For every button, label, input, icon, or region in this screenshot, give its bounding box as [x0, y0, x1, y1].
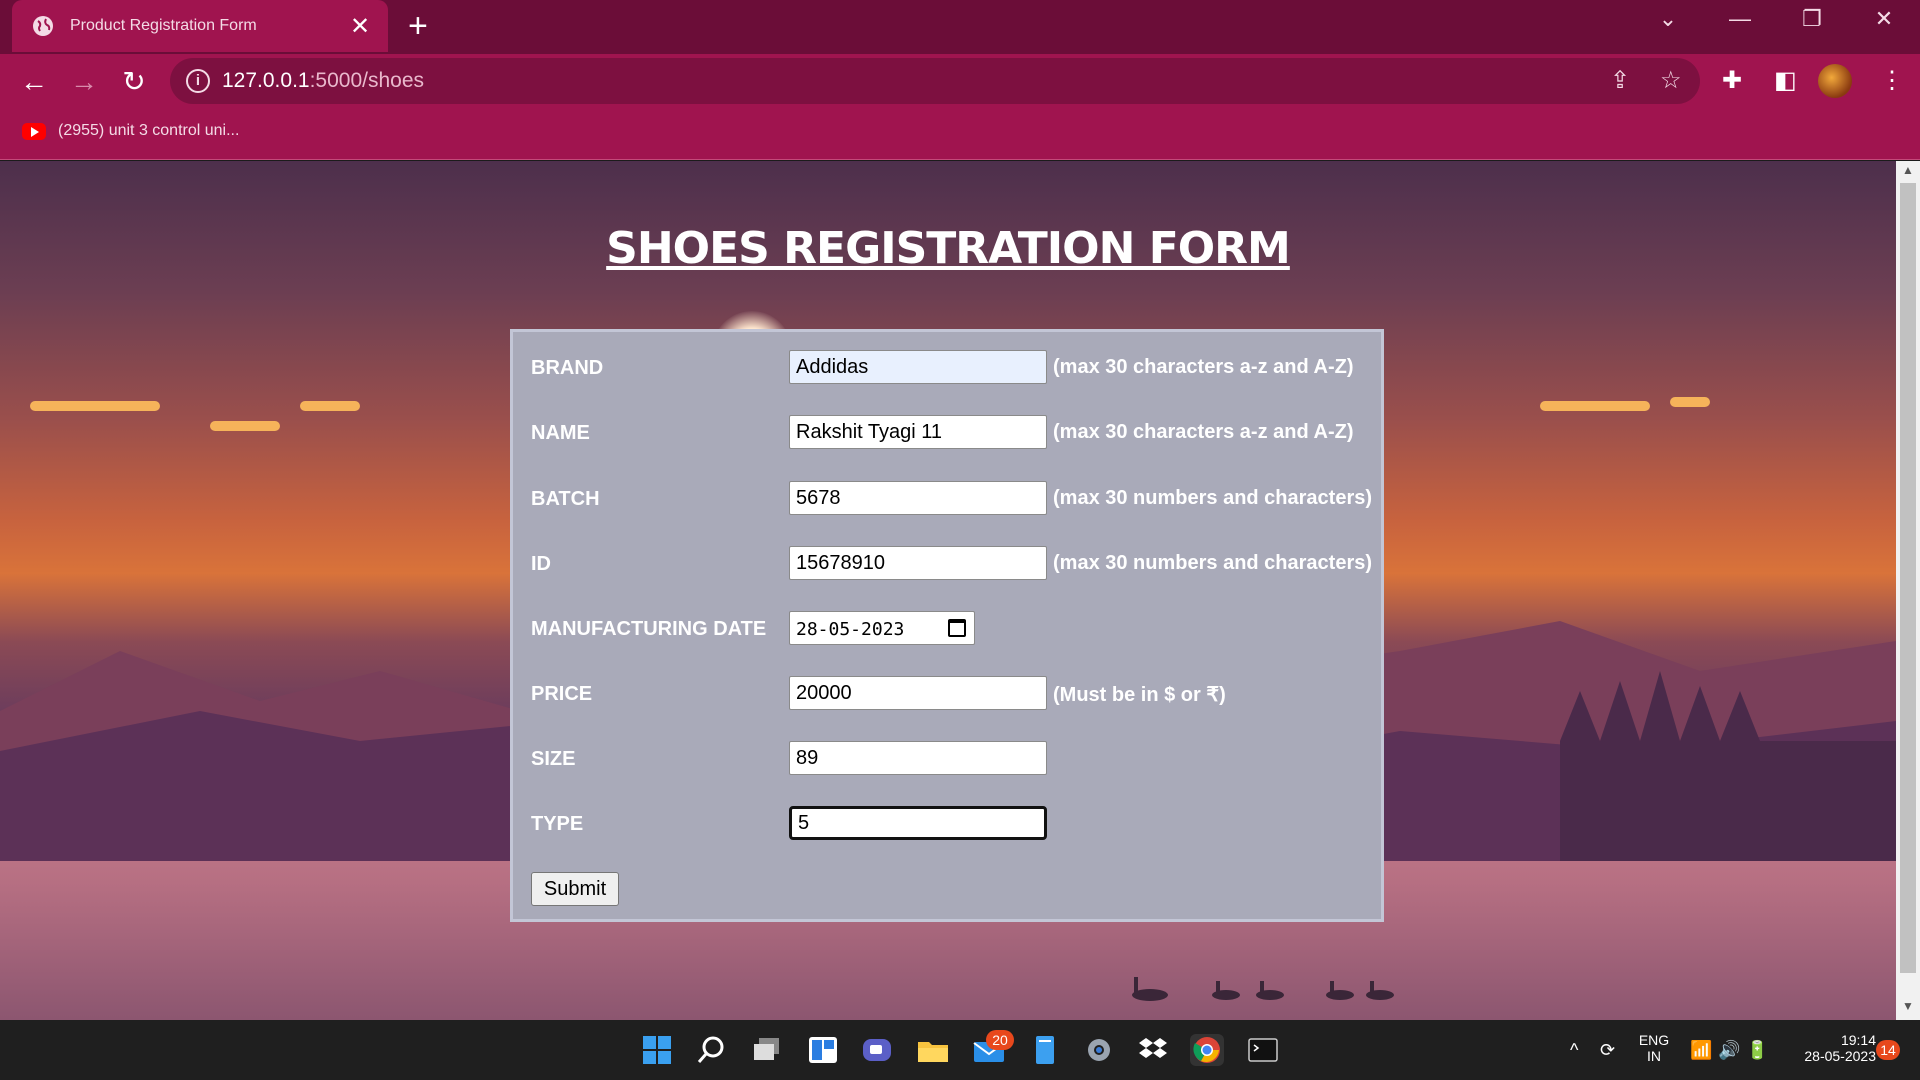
bookmark-star-icon[interactable]: ☆	[1660, 66, 1682, 95]
submit-button[interactable]: Submit	[531, 872, 619, 906]
volume-icon[interactable]: 🔊	[1718, 1040, 1740, 1061]
batch-label: BATCH	[531, 488, 600, 510]
bookmark-item[interactable]: (2955) unit 3 control uni...	[22, 122, 239, 140]
sync-icon[interactable]: ⟳	[1600, 1040, 1615, 1061]
site-info-icon[interactable]: i	[186, 69, 210, 93]
cloud-decoration	[300, 401, 360, 411]
calendar-icon[interactable]	[948, 619, 966, 637]
side-panel-icon[interactable]: ◧	[1774, 66, 1797, 95]
terminal-icon[interactable]	[1246, 1034, 1280, 1066]
chrome-icon[interactable]	[1190, 1034, 1224, 1066]
notepad-icon[interactable]	[1028, 1034, 1062, 1066]
id-label: ID	[531, 553, 551, 575]
mail-unread-badge: 20	[986, 1030, 1014, 1050]
reload-icon[interactable]: ↻	[114, 62, 154, 102]
type-row: TYPE	[513, 803, 1383, 843]
task-view-icon[interactable]	[750, 1034, 784, 1066]
url-text[interactable]: 127.0.0.1:5000/shoes	[222, 69, 424, 93]
bookmark-label: (2955) unit 3 control uni...	[58, 122, 240, 139]
page-title: SHOES REGISTRATION FORM	[606, 223, 1291, 274]
dropbox-icon[interactable]	[1136, 1034, 1170, 1066]
settings-gear-icon[interactable]	[1082, 1034, 1116, 1066]
battery-icon[interactable]: 🔋	[1746, 1040, 1768, 1061]
price-input[interactable]	[789, 676, 1047, 710]
size-label: SIZE	[531, 748, 576, 770]
show-hidden-icons-chevron-icon[interactable]: ^	[1570, 1040, 1578, 1061]
brand-label: BRAND	[531, 357, 604, 379]
price-hint: (Must be in $ or ₹)	[1053, 684, 1226, 706]
manufacturing-date-row: MANUFACTURING DATE 28-05-2023	[513, 608, 1383, 648]
name-label: NAME	[531, 422, 590, 444]
brand-row: BRAND (max 30 characters a-z and A-Z)	[513, 347, 1383, 387]
wifi-icon[interactable]: 📶	[1690, 1040, 1712, 1061]
name-input[interactable]	[789, 415, 1047, 449]
scroll-up-icon[interactable]: ▲	[1896, 163, 1920, 177]
name-row: NAME (max 30 characters a-z and A-Z)	[513, 412, 1383, 452]
size-input[interactable]	[789, 741, 1047, 775]
type-label: TYPE	[531, 813, 584, 835]
clock[interactable]: 19:14 28-05-2023	[1780, 1032, 1876, 1064]
browser-tab[interactable]: Product Registration Form ✕	[12, 0, 388, 52]
menu-kebab-icon[interactable]: ⋮	[1880, 66, 1904, 95]
size-row: SIZE	[513, 738, 1383, 778]
tab-title: Product Registration Form	[70, 17, 257, 34]
id-row: ID (max 30 numbers and characters)	[513, 543, 1383, 583]
share-icon[interactable]: ⇪	[1610, 66, 1630, 95]
close-window-button[interactable]: ✕	[1864, 6, 1904, 32]
manufacturing-date-input[interactable]: 28-05-2023	[789, 611, 975, 645]
address-bar[interactable]: i 127.0.0.1:5000/shoes ⇪ ☆	[170, 58, 1700, 104]
restore-button[interactable]: ❐	[1792, 6, 1832, 32]
cloud-decoration	[1540, 401, 1650, 411]
ducks-decoration	[1132, 977, 1394, 1001]
price-row: PRICE (Must be in $ or ₹)	[513, 673, 1383, 713]
scrollbar-thumb[interactable]	[1900, 183, 1916, 973]
cloud-decoration	[1670, 397, 1710, 407]
browser-toolbar: ← → ↻ i 127.0.0.1:5000/shoes ⇪ ☆ ✚ ◧ ⋮	[0, 54, 1920, 110]
brand-hint: (max 30 characters a-z and A-Z)	[1053, 356, 1354, 378]
page-scrollbar[interactable]: ▲ ▼	[1896, 161, 1920, 1020]
language-indicator[interactable]: ENG IN	[1632, 1032, 1676, 1064]
type-input[interactable]	[789, 806, 1047, 840]
file-explorer-icon[interactable]	[916, 1034, 950, 1066]
tab-close-icon[interactable]: ✕	[348, 12, 372, 41]
tab-strip: Product Registration Form ✕ + ⌄ — ❐ ✕	[0, 0, 1920, 54]
shoes-registration-form: BRAND (max 30 characters a-z and A-Z) NA…	[510, 329, 1384, 922]
manufacturing-date-label: MANUFACTURING DATE	[531, 618, 767, 640]
name-hint: (max 30 characters a-z and A-Z)	[1053, 421, 1354, 443]
batch-row: BATCH (max 30 numbers and characters)	[513, 478, 1383, 518]
scroll-down-icon[interactable]: ▼	[1896, 999, 1920, 1013]
brand-input[interactable]	[789, 350, 1047, 384]
price-label: PRICE	[531, 683, 593, 705]
extensions-icon[interactable]: ✚	[1722, 66, 1742, 95]
search-icon[interactable]	[694, 1034, 728, 1066]
youtube-icon	[22, 122, 46, 140]
back-arrow-icon[interactable]: ←	[14, 62, 54, 102]
cloud-decoration	[30, 401, 160, 411]
notification-count-badge[interactable]: 14	[1876, 1040, 1900, 1060]
batch-hint: (max 30 numbers and characters)	[1053, 487, 1373, 509]
widgets-icon[interactable]	[806, 1034, 840, 1066]
new-tab-button[interactable]: +	[408, 8, 428, 44]
teams-chat-icon[interactable]	[860, 1034, 894, 1066]
bookmarks-bar: (2955) unit 3 control uni...	[0, 110, 1920, 160]
windows-taskbar: 20 ^ ⟳ ENG IN 📶 🔊 🔋 19:14 28-05-2023 14	[0, 1020, 1920, 1080]
date-value: 28-05-2023	[796, 619, 905, 640]
windows-start-icon[interactable]	[640, 1034, 674, 1066]
batch-input[interactable]	[789, 481, 1047, 515]
cloud-decoration	[210, 421, 280, 431]
profile-avatar[interactable]	[1818, 64, 1852, 98]
minimize-button[interactable]: —	[1720, 6, 1760, 32]
id-hint: (max 30 numbers and characters)	[1053, 552, 1373, 574]
id-input[interactable]	[789, 546, 1047, 580]
forward-arrow-icon[interactable]: →	[64, 62, 104, 102]
globe-icon	[33, 16, 53, 36]
tab-search-dropdown-icon[interactable]: ⌄	[1648, 6, 1688, 32]
